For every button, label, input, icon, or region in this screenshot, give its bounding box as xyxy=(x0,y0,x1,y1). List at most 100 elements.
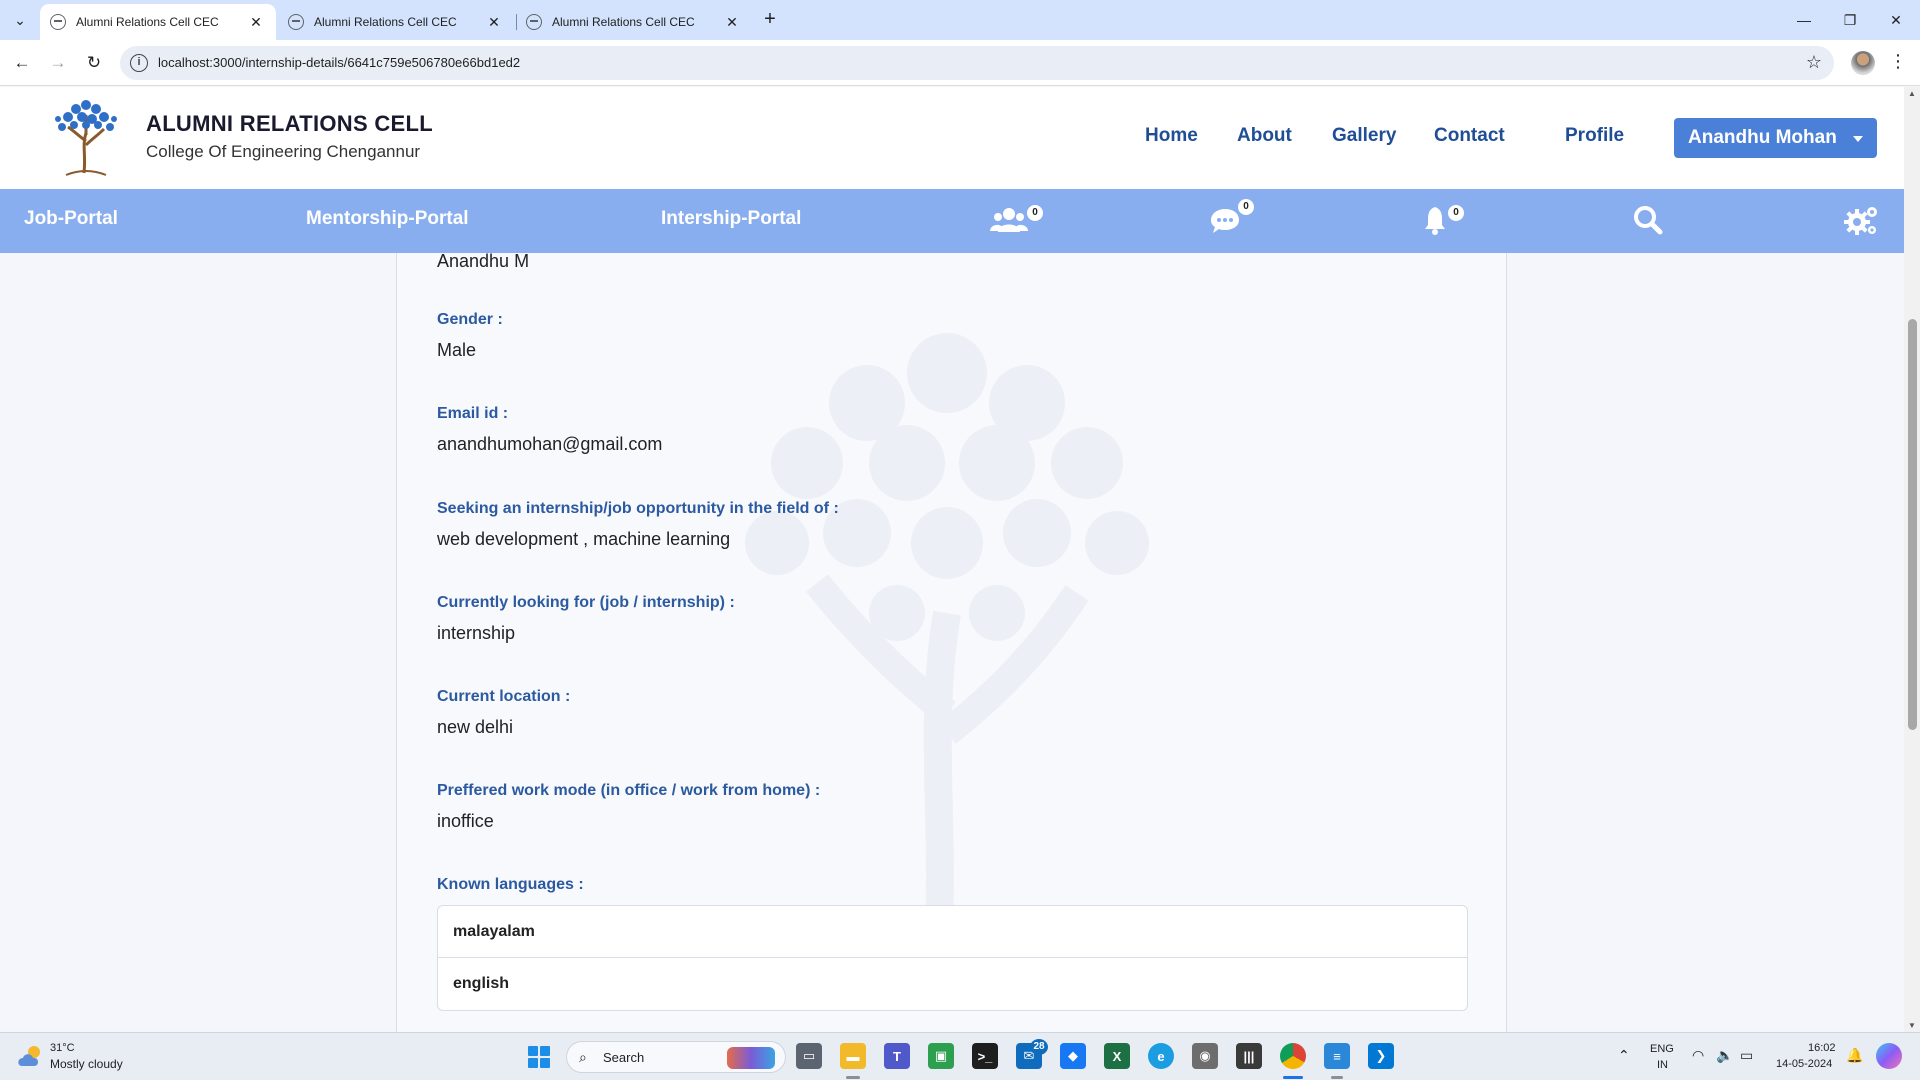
site-info-icon[interactable]: i xyxy=(130,54,148,72)
mail-badge: 28 xyxy=(1030,1039,1048,1055)
notification-bell-icon[interactable]: 🔔 xyxy=(1846,1047,1863,1064)
tab-title: Alumni Relations Cell CEC xyxy=(314,15,457,29)
scroll-down-icon[interactable]: ▼ xyxy=(1908,1021,1916,1030)
email-label: Email id : xyxy=(437,405,509,422)
store-icon[interactable]: ◆ xyxy=(1060,1043,1086,1069)
speaker-muted-icon[interactable]: 🔈 xyxy=(1716,1047,1733,1064)
site-subtitle: College Of Engineering Chengannur xyxy=(146,142,421,161)
nav-gallery-link[interactable]: Gallery xyxy=(1332,125,1396,147)
chrome-icon[interactable] xyxy=(1280,1043,1306,1069)
taskbar-search[interactable]: ⌕ Search xyxy=(566,1041,786,1073)
terminal-icon[interactable]: >_ xyxy=(972,1043,998,1069)
job-portal-link[interactable]: Job-Portal xyxy=(24,208,118,230)
teams-icon[interactable]: T xyxy=(884,1043,910,1069)
site-title: ALUMNI RELATIONS CELL xyxy=(146,111,433,136)
gender-label: Gender : xyxy=(437,311,503,328)
browser-tab-2[interactable]: Alumni Relations Cell CEC ✕ xyxy=(278,4,514,40)
email-value: anandhumohan@gmail.com xyxy=(437,434,663,454)
classroom-icon[interactable]: ▣ xyxy=(928,1043,954,1069)
tab-search-chevron-icon[interactable]: ⌄ xyxy=(8,8,32,32)
input-language[interactable]: ENG xyxy=(1650,1043,1674,1055)
messages-badge: 0 xyxy=(1238,199,1254,215)
settings-gears-icon[interactable] xyxy=(1844,204,1880,236)
looking-for-label: Currently looking for (job / internship)… xyxy=(437,594,735,611)
vscode-icon[interactable]: ❯ xyxy=(1368,1043,1394,1069)
browser-menu-icon[interactable]: ⋮ xyxy=(1888,51,1908,72)
windows-taskbar: 31°C Mostly cloudy ⌕ Search ▭ ▬ T ▣ >_ ✉… xyxy=(0,1032,1920,1080)
window-close-button[interactable]: ✕ xyxy=(1876,6,1916,34)
file-explorer-icon[interactable]: ▬ xyxy=(840,1043,866,1069)
cloudy-weather-icon[interactable] xyxy=(16,1044,44,1068)
clock-time[interactable]: 16:02 xyxy=(1808,1042,1836,1054)
bookmark-star-icon[interactable]: ☆ xyxy=(1806,52,1822,73)
clock-date[interactable]: 14-05-2024 xyxy=(1776,1058,1832,1070)
excel-icon[interactable]: X xyxy=(1104,1043,1130,1069)
chat-bubble-icon[interactable] xyxy=(1210,204,1240,236)
task-view-icon[interactable]: ▭ xyxy=(796,1043,822,1069)
forward-button[interactable]: → xyxy=(46,51,70,75)
scrollbar-thumb[interactable] xyxy=(1908,319,1917,730)
address-bar[interactable]: i localhost:3000/internship-details/6641… xyxy=(120,46,1834,80)
tree-watermark xyxy=(745,333,1149,953)
languages-label: Known languages : xyxy=(437,876,584,893)
globe-icon xyxy=(526,14,542,30)
globe-icon xyxy=(288,14,304,30)
location-label: Current location : xyxy=(437,688,571,705)
globe-icon xyxy=(50,14,66,30)
user-dropdown-button[interactable]: Anandhu Mohan xyxy=(1674,118,1877,158)
search-highlight-icon xyxy=(727,1047,775,1069)
scroll-up-icon[interactable]: ▲ xyxy=(1908,89,1916,98)
tab-close-icon[interactable]: ✕ xyxy=(484,12,504,32)
minimize-button[interactable]: — xyxy=(1784,6,1824,34)
app-stripes-icon[interactable]: ||| xyxy=(1236,1043,1262,1069)
tab-title: Alumni Relations Cell CEC xyxy=(552,15,695,29)
notepad-icon[interactable]: ≡ xyxy=(1324,1043,1350,1069)
internship-portal-link[interactable]: Intership-Portal xyxy=(661,208,801,230)
app-icon[interactable]: ◉ xyxy=(1192,1043,1218,1069)
windows-start-button[interactable] xyxy=(528,1046,550,1068)
browser-profile-avatar[interactable] xyxy=(1851,51,1875,75)
reload-button[interactable]: ↻ xyxy=(82,51,106,75)
nav-contact-link[interactable]: Contact xyxy=(1434,125,1505,147)
chevron-up-icon[interactable]: ⌃ xyxy=(1618,1047,1630,1064)
nav-home-link[interactable]: Home xyxy=(1145,125,1198,147)
mentorship-portal-link[interactable]: Mentorship-Portal xyxy=(306,208,469,230)
page-scrollbar[interactable]: ▲ ▼ xyxy=(1904,87,1920,1032)
portal-navbar: Job-Portal Mentorship-Portal Intership-P… xyxy=(0,189,1904,253)
work-mode-label: Preffered work mode (in office / work fr… xyxy=(437,782,821,799)
back-button[interactable]: ← xyxy=(10,51,34,75)
wifi-icon[interactable]: ◠ xyxy=(1692,1047,1704,1064)
running-indicator xyxy=(846,1076,860,1079)
nav-profile-link[interactable]: Profile xyxy=(1565,125,1624,147)
site-header: ALUMNI RELATIONS CELL College Of Enginee… xyxy=(0,87,1904,189)
alumni-tree-logo[interactable] xyxy=(46,95,126,177)
tab-title: Alumni Relations Cell CEC xyxy=(76,15,219,29)
maximize-button[interactable]: ❐ xyxy=(1830,6,1870,34)
tab-close-icon[interactable]: ✕ xyxy=(722,12,742,32)
browser-tab-1[interactable]: Alumni Relations Cell CEC ✕ xyxy=(40,4,276,40)
taskbar-search-label: Search xyxy=(603,1050,645,1065)
input-region[interactable]: IN xyxy=(1657,1059,1668,1071)
list-item: malayalam xyxy=(438,906,1467,958)
battery-icon[interactable]: ▭ xyxy=(1740,1047,1753,1064)
browser-tab-3[interactable]: Alumni Relations Cell CEC ✕ xyxy=(516,4,752,40)
user-name: Anandhu Mohan xyxy=(1688,127,1837,148)
weather-description: Mostly cloudy xyxy=(50,1057,123,1071)
caret-down-icon xyxy=(1853,136,1863,142)
search-icon: ⌕ xyxy=(579,1049,587,1065)
bell-icon[interactable] xyxy=(1423,204,1447,236)
applicant-name: Anandhu M xyxy=(437,251,530,271)
work-mode-value: inoffice xyxy=(437,811,494,831)
edge-icon[interactable]: e xyxy=(1148,1043,1174,1069)
new-tab-button[interactable]: + xyxy=(758,8,782,32)
tab-close-icon[interactable]: ✕ xyxy=(246,12,266,32)
nav-about-link[interactable]: About xyxy=(1237,125,1292,147)
copilot-icon[interactable] xyxy=(1876,1043,1902,1069)
search-icon[interactable] xyxy=(1633,204,1663,236)
running-indicator xyxy=(1283,1076,1303,1079)
browser-tab-bar: ⌄ Alumni Relations Cell CEC ✕ Alumni Rel… xyxy=(0,0,1920,40)
gender-value: Male xyxy=(437,340,477,360)
url-text[interactable]: localhost:3000/internship-details/6641c7… xyxy=(158,55,520,70)
languages-list: malayalam english xyxy=(437,905,1468,1011)
users-group-icon[interactable] xyxy=(990,204,1028,236)
